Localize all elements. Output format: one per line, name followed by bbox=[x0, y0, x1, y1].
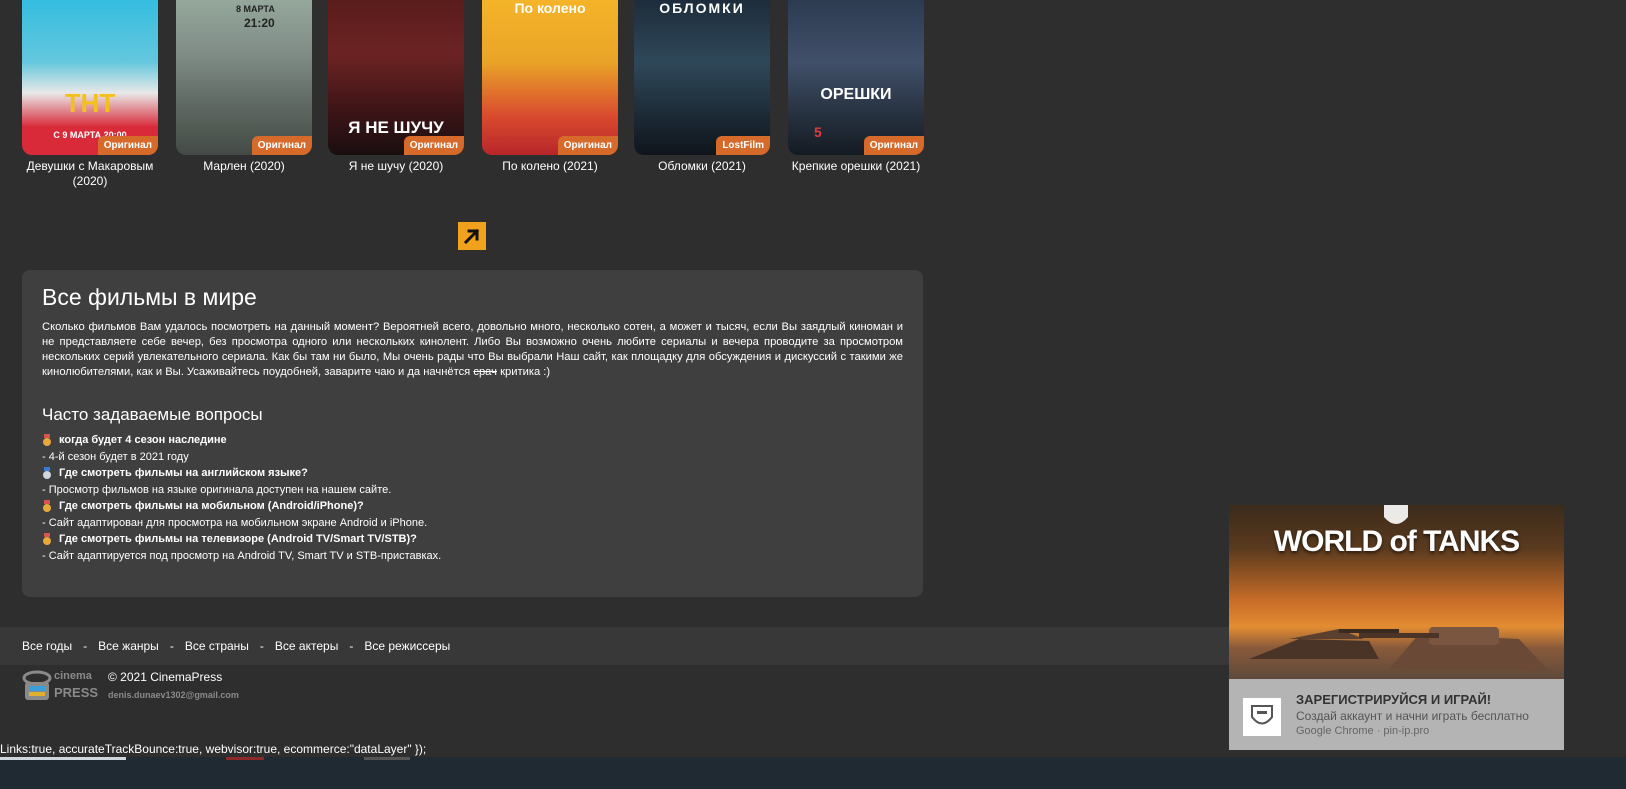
footer-separator: - bbox=[259, 639, 264, 653]
movie-title[interactable]: Крепкие орешки (2021) bbox=[788, 159, 924, 174]
poster-text: 8 МАРТА bbox=[236, 4, 275, 14]
movie-poster[interactable]: Я НЕ ШУЧУ Оригинал bbox=[328, 0, 464, 155]
faq-answer: - Сайт адаптирован для просмотра на моби… bbox=[42, 516, 428, 529]
movie-title[interactable]: Девушки с Макаровым (2020) bbox=[22, 159, 158, 189]
movie-poster[interactable]: 8 МАРТА 21:20 Оригинал bbox=[176, 0, 312, 155]
footer-nav: Все годы - Все жанры - Все страны - Все … bbox=[0, 627, 1230, 665]
faq-answer: - Просмотр фильмов на языке оригинала до… bbox=[42, 483, 392, 496]
ad-image[interactable]: WORLD of TANKS bbox=[1229, 505, 1564, 679]
poster-text: По колено bbox=[514, 0, 586, 16]
ad-subtitle: Создай аккаунт и начни играть бесплатно bbox=[1296, 709, 1529, 723]
film-reel-icon bbox=[22, 670, 52, 700]
taskbar-item[interactable] bbox=[0, 757, 126, 760]
movie-badge: Оригинал bbox=[251, 136, 312, 155]
ad-brand: WORLD of TANKS bbox=[1273, 525, 1520, 558]
movie-poster[interactable]: ТНТ С 9 МАРТА 20:00 Оригинал bbox=[22, 0, 158, 155]
faq-question-text: Где смотреть фильмы на телевизоре (Andro… bbox=[59, 533, 417, 545]
medal-icon bbox=[42, 500, 52, 513]
faq-question-text: когда будет 4 сезон наследине bbox=[59, 434, 227, 446]
ad-app-icon bbox=[1243, 698, 1281, 736]
shield-icon bbox=[1251, 705, 1273, 725]
faq-answer: - Сайт адаптируется под просмотр на Andr… bbox=[42, 549, 442, 562]
tank-illustration bbox=[1249, 627, 1549, 671]
movie-poster[interactable]: ОРЕШКИ 5 Оригинал bbox=[788, 0, 924, 155]
info-title: Все фильмы в мире bbox=[42, 284, 257, 310]
ad-source: Google Chrome · pin-ip.pro bbox=[1296, 725, 1430, 737]
poster-text: ТНТ bbox=[64, 88, 116, 118]
info-text-strike: срач bbox=[473, 366, 497, 378]
poster-text: ОБЛОМКИ bbox=[659, 0, 745, 16]
faq-answer: - 4-й сезон будет в 2021 году bbox=[42, 450, 189, 463]
faq-question: Где смотреть фильмы на английском языке? bbox=[42, 465, 903, 482]
movie-title[interactable]: Марлен (2020) bbox=[176, 159, 312, 174]
footer-bottom: cinema PRESS © 2021 CinemaPress denis.du… bbox=[22, 668, 422, 708]
cinemapress-logo[interactable]: cinema PRESS bbox=[22, 668, 98, 704]
ad-headline: ЗАРЕГИСТРИРУЙСЯ И ИГРАЙ! bbox=[1296, 692, 1492, 707]
info-panel: Все фильмы в мире Сколько фильмов Вам уд… bbox=[22, 270, 923, 597]
faq-question-text: Где смотреть фильмы на мобильном (Androi… bbox=[59, 500, 364, 512]
faq-question: Где смотреть фильмы на мобильном (Androi… bbox=[42, 498, 903, 515]
taskbar-item[interactable] bbox=[226, 757, 264, 760]
faq-question-text: Где смотреть фильмы на английском языке? bbox=[59, 467, 308, 479]
movie-list: ТНТ С 9 МАРТА 20:00 Оригинал Девушки с М… bbox=[22, 0, 932, 200]
medal-icon bbox=[42, 533, 52, 546]
movie-card[interactable]: ТНТ С 9 МАРТА 20:00 Оригинал Девушки с М… bbox=[22, 0, 158, 189]
movie-poster[interactable]: ОБЛОМКИ LostFilm bbox=[634, 0, 770, 155]
taskbar bbox=[0, 757, 1626, 789]
poster-subtext: 21:20 bbox=[244, 16, 275, 30]
copyright: © 2021 CinemaPress bbox=[108, 670, 223, 684]
movie-title[interactable]: Обломки (2021) bbox=[634, 159, 770, 174]
ad-notification[interactable]: WORLD of TANKS ЗАРЕГИСТРИРУЙСЯ И ИГРАЙ! … bbox=[1229, 505, 1564, 750]
movie-card[interactable]: ОРЕШКИ 5 Оригинал Крепкие орешки (2021) bbox=[788, 0, 924, 174]
faq-question: когда будет 4 сезон наследине bbox=[42, 432, 903, 449]
contact-email[interactable]: denis.dunaev1302@gmail.com bbox=[108, 690, 239, 700]
info-text-end: критика :) bbox=[496, 366, 551, 378]
more-movies-button[interactable] bbox=[458, 222, 486, 250]
movie-badge: Оригинал bbox=[97, 136, 158, 155]
medal-icon bbox=[42, 434, 52, 447]
footer-link-directors[interactable]: Все режиссеры bbox=[364, 639, 450, 653]
logo-text-top: cinema bbox=[54, 670, 92, 682]
movie-card[interactable]: Я НЕ ШУЧУ Оригинал Я не шучу (2020) bbox=[328, 0, 464, 174]
arrow-up-right-icon bbox=[463, 228, 480, 245]
movie-badge: Оригинал bbox=[557, 136, 618, 155]
footer-link-years[interactable]: Все годы bbox=[22, 639, 72, 653]
footer-separator: - bbox=[169, 639, 174, 653]
movie-poster[interactable]: По колено Оригинал bbox=[482, 0, 618, 155]
medal-icon bbox=[42, 467, 52, 480]
movie-title[interactable]: Я не шучу (2020) bbox=[328, 159, 464, 174]
footer-link-actors[interactable]: Все актеры bbox=[275, 639, 338, 653]
logo-text-bottom: PRESS bbox=[54, 685, 99, 700]
footer-separator: - bbox=[349, 639, 354, 653]
faq-question: Где смотреть фильмы на телевизоре (Andro… bbox=[42, 531, 903, 548]
poster-text: Я НЕ ШУЧУ bbox=[348, 118, 444, 137]
movie-badge: LostFilm bbox=[716, 136, 770, 155]
taskbar-item[interactable] bbox=[364, 757, 410, 760]
movie-badge: Оригинал bbox=[403, 136, 464, 155]
footer-link-genres[interactable]: Все жанры bbox=[98, 639, 159, 653]
footer-separator: - bbox=[83, 639, 88, 653]
info-text: Сколько фильмов Вам удалось посмотреть н… bbox=[42, 320, 903, 380]
console-text: Links:true, accurateTrackBounce:true, we… bbox=[0, 742, 427, 756]
movie-card[interactable]: ОБЛОМКИ LostFilm Обломки (2021) bbox=[634, 0, 770, 174]
movie-title[interactable]: По колено (2021) bbox=[482, 159, 618, 174]
movie-card[interactable]: По колено Оригинал По колено (2021) bbox=[482, 0, 618, 174]
poster-text: ОРЕШКИ bbox=[820, 86, 892, 103]
faq-title: Часто задаваемые вопросы bbox=[42, 405, 263, 424]
footer-link-countries[interactable]: Все страны bbox=[185, 639, 249, 653]
movie-badge: Оригинал bbox=[863, 136, 924, 155]
movie-card[interactable]: 8 МАРТА 21:20 Оригинал Марлен (2020) bbox=[176, 0, 312, 174]
